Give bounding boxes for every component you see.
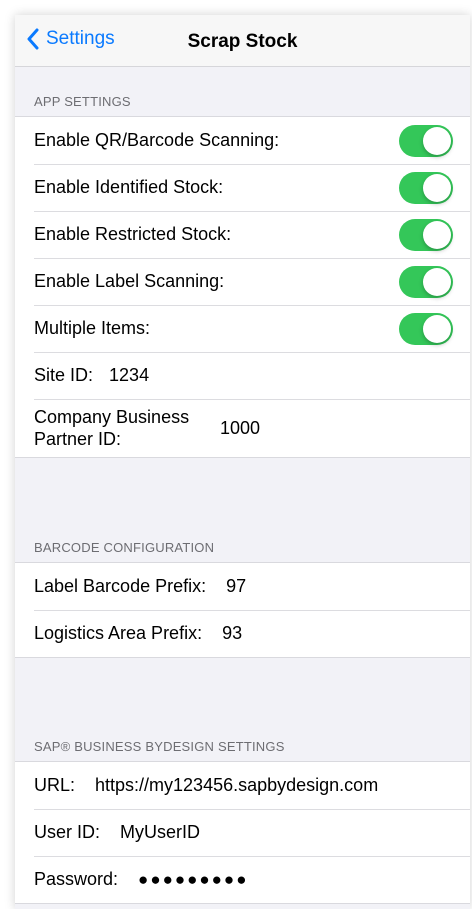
app-settings-group: Enable QR/Barcode Scanning: Enable Ident… (15, 116, 470, 458)
toggle-label-scanning[interactable] (399, 266, 453, 298)
barcode-configuration-group: Label Barcode Prefix: 97 Logistics Area … (15, 562, 470, 658)
user-id-field[interactable]: MyUserID (120, 822, 200, 843)
setting-label: Enable Label Scanning: (34, 271, 225, 291)
site-id-label: Site ID: (34, 365, 94, 385)
toggle-knob (423, 221, 451, 249)
toggle-knob (423, 127, 451, 155)
label-barcode-prefix-label: Label Barcode Prefix: (34, 576, 207, 596)
toggle-multiple-items[interactable] (399, 313, 453, 345)
toggle-knob (423, 268, 451, 296)
setting-row-restricted-stock: Enable Restricted Stock: (15, 211, 470, 258)
url-label: URL: (34, 775, 76, 795)
company-bp-id-field[interactable]: 1000 (220, 418, 260, 439)
setting-row-qr-barcode-scanning: Enable QR/Barcode Scanning: (15, 117, 470, 164)
logistics-area-prefix-field[interactable]: 93 (222, 623, 242, 644)
toggle-qr-barcode-scanning[interactable] (399, 125, 453, 157)
setting-row-user-id[interactable]: User ID: MyUserID (15, 809, 470, 856)
setting-row-password[interactable]: Password: ●●●●●●●●● (15, 856, 470, 903)
setting-label: Enable Identified Stock: (34, 177, 224, 197)
setting-row-company-bp-id[interactable]: Company Business Partner ID: 1000 (15, 399, 470, 457)
toggle-identified-stock[interactable] (399, 172, 453, 204)
setting-row-label-scanning: Enable Label Scanning: (15, 258, 470, 305)
section-header-app-settings: APP SETTINGS (34, 94, 131, 109)
setting-row-site-id[interactable]: Site ID: 1234 (15, 352, 470, 399)
label-barcode-prefix-field[interactable]: 97 (226, 576, 246, 597)
settings-screen: Settings Scrap Stock APP SETTINGS Enable… (15, 15, 470, 909)
toggle-restricted-stock[interactable] (399, 219, 453, 251)
section-header-barcode-configuration: BARCODE CONFIGURATION (34, 540, 215, 555)
setting-row-logistics-area-prefix[interactable]: Logistics Area Prefix: 93 (15, 610, 470, 657)
password-label: Password: (34, 869, 119, 889)
navigation-bar: Settings Scrap Stock (15, 15, 470, 67)
company-bp-id-label: Company Business Partner ID: (34, 407, 190, 449)
sap-settings-group: URL: https://my123456.sapbydesign.com Us… (15, 761, 470, 904)
toggle-knob (423, 315, 451, 343)
setting-row-multiple-items: Multiple Items: (15, 305, 470, 352)
page-title: Scrap Stock (15, 31, 470, 53)
toggle-knob (423, 174, 451, 202)
setting-row-identified-stock: Enable Identified Stock: (15, 164, 470, 211)
setting-label: Multiple Items: (34, 318, 151, 338)
setting-label: Enable QR/Barcode Scanning: (34, 130, 280, 150)
logistics-area-prefix-label: Logistics Area Prefix: (34, 623, 203, 643)
user-id-label: User ID: (34, 822, 101, 842)
password-field[interactable]: ●●●●●●●●● (138, 870, 248, 890)
site-id-field[interactable]: 1234 (109, 365, 149, 386)
setting-label: Enable Restricted Stock: (34, 224, 232, 244)
url-field[interactable]: https://my123456.sapbydesign.com (95, 775, 378, 796)
section-header-sap-settings: SAP® BUSINESS BYDESIGN SETTINGS (34, 739, 285, 754)
setting-row-url[interactable]: URL: https://my123456.sapbydesign.com (15, 762, 470, 809)
setting-row-label-barcode-prefix[interactable]: Label Barcode Prefix: 97 (15, 563, 470, 610)
page-title-text: Scrap Stock (187, 31, 298, 52)
